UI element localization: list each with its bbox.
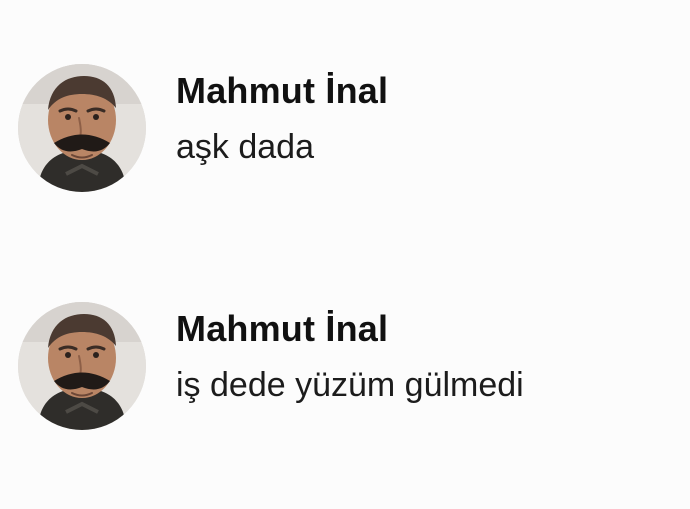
post-text: aşk dada bbox=[176, 128, 314, 166]
avatar[interactable] bbox=[18, 64, 146, 192]
author-name[interactable]: Mahmut İnal bbox=[176, 308, 388, 350]
profile-photo-icon bbox=[18, 64, 146, 192]
avatar[interactable] bbox=[18, 302, 146, 430]
post-item: Mahmut İnal iş dede yüzüm gülmedi bbox=[18, 298, 668, 448]
profile-photo-icon bbox=[18, 302, 146, 430]
post-item: Mahmut İnal aşk dada bbox=[18, 60, 668, 210]
author-name[interactable]: Mahmut İnal bbox=[176, 70, 388, 112]
post-text: iş dede yüzüm gülmedi bbox=[176, 366, 524, 404]
